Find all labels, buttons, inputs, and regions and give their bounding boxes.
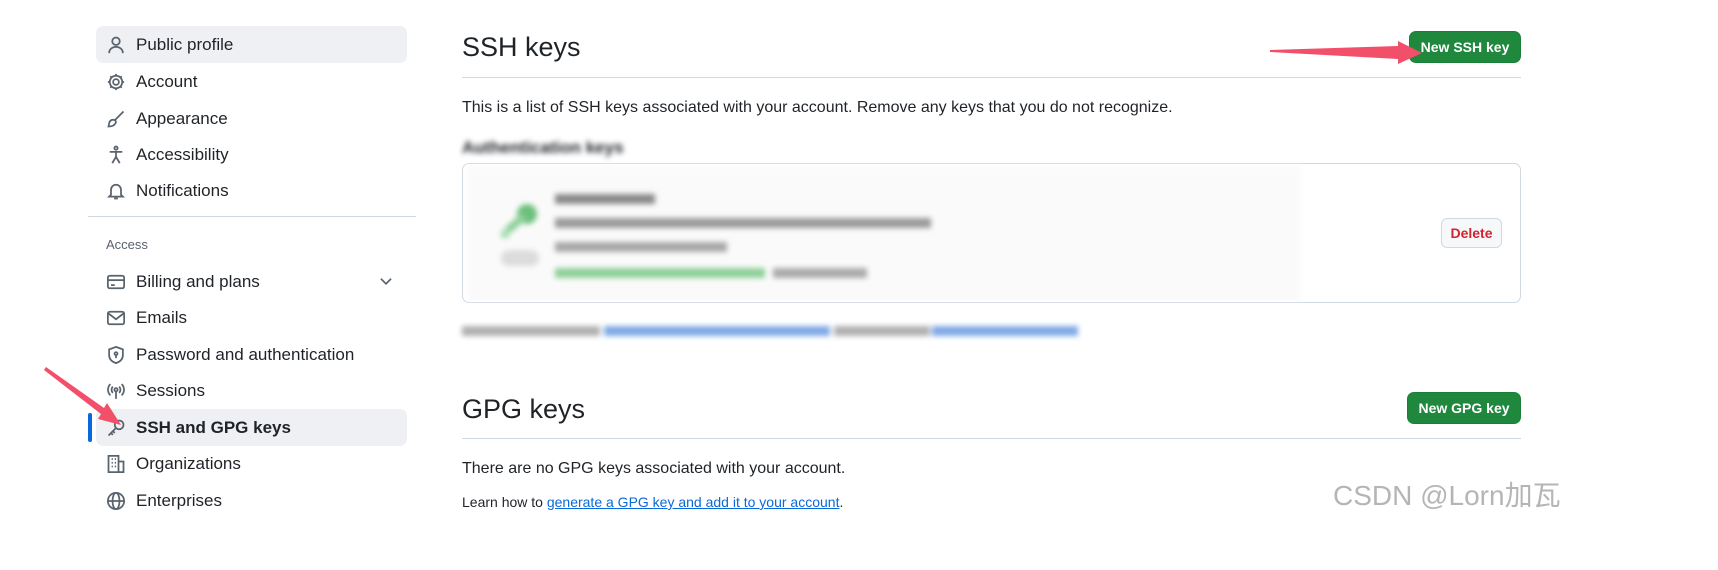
sidebar-item-label: SSH and GPG keys — [136, 417, 291, 437]
watermark: CSDN @Lorn加瓦 — [1333, 480, 1561, 511]
authentication-keys-heading: Authentication keys — [462, 138, 624, 157]
sidebar-item-enterprises[interactable]: Enterprises — [96, 482, 407, 519]
accessibility-icon — [105, 144, 127, 166]
organization-icon — [105, 453, 127, 475]
sidebar-item-label: Appearance — [136, 108, 228, 128]
sidebar-item-label: Organizations — [136, 453, 241, 473]
sidebar-item-appearance[interactable]: Appearance — [96, 100, 407, 137]
sidebar-item-label: Public profile — [136, 34, 234, 54]
gpg-learn-suffix: . — [839, 494, 844, 510]
sidebar-item-organizations[interactable]: Organizations — [96, 445, 407, 482]
gpg-empty-text: There are no GPG keys associated with yo… — [462, 460, 846, 477]
redacted-line — [555, 194, 655, 204]
gpg-learn-line: Learn how to generate a GPG key and add … — [462, 494, 843, 510]
globe-icon — [105, 490, 127, 512]
chevron-down-icon[interactable] — [377, 272, 395, 290]
gear-icon — [105, 71, 127, 93]
sidebar-item-account[interactable]: Account — [96, 63, 407, 100]
sidebar-item-password[interactable]: Password and authentication — [96, 336, 407, 373]
bell-icon — [105, 180, 127, 202]
redacted-line — [555, 218, 931, 228]
ssh-section-divider — [462, 77, 1521, 78]
paintbrush-icon — [105, 108, 127, 130]
sidebar-item-emails[interactable]: Emails — [96, 299, 407, 336]
gpg-learn-prefix: Learn how to — [462, 494, 547, 510]
delete-key-button[interactable]: Delete — [1441, 218, 1502, 248]
sidebar-item-public-profile[interactable]: Public profile — [96, 26, 407, 63]
shield-lock-icon — [105, 344, 127, 366]
sidebar-item-label: Accessibility — [136, 144, 229, 164]
arrow-to-new-ssh-key — [1270, 41, 1422, 64]
person-icon — [105, 34, 127, 56]
sidebar-item-sessions[interactable]: Sessions — [96, 372, 407, 409]
new-gpg-key-button[interactable]: New GPG key — [1407, 392, 1521, 424]
sidebar-item-ssh-gpg-keys[interactable]: SSH and GPG keys — [88, 409, 407, 446]
redacted-line — [555, 268, 765, 278]
redacted-line — [773, 268, 867, 278]
gpg-keys-title: GPG keys — [462, 394, 586, 424]
new-ssh-key-button[interactable]: New SSH key — [1409, 31, 1521, 63]
mail-icon — [105, 307, 127, 329]
gpg-section-divider — [462, 438, 1521, 439]
ssh-description: This is a list of SSH keys associated wi… — [462, 99, 1173, 116]
sidebar-divider — [88, 216, 416, 217]
sidebar-item-label: Notifications — [136, 180, 229, 200]
ssh-help-redacted — [462, 326, 1084, 338]
sidebar-item-label: Emails — [136, 307, 188, 327]
key-badge — [501, 250, 539, 266]
key-icon — [105, 417, 127, 439]
gpg-learn-link[interactable]: generate a GPG key and add it to your ac… — [547, 494, 840, 510]
ssh-keys-title: SSH keys — [462, 32, 581, 62]
active-indicator — [88, 413, 92, 442]
key-icon — [501, 204, 537, 238]
sidebar-section-label: Access — [106, 237, 148, 252]
sidebar-item-label: Enterprises — [136, 490, 222, 510]
sidebar-item-billing[interactable]: Billing and plans — [96, 263, 407, 300]
sidebar-item-label: Sessions — [136, 380, 205, 400]
credit-card-icon — [105, 271, 127, 293]
sidebar-item-label: Billing and plans — [136, 271, 260, 291]
sidebar-item-notifications[interactable]: Notifications — [96, 172, 407, 209]
sidebar-item-label: Password and authentication — [136, 344, 355, 364]
sidebar-item-accessibility[interactable]: Accessibility — [96, 136, 407, 173]
sidebar-item-label: Account — [136, 71, 198, 91]
broadcast-icon — [105, 380, 127, 402]
redacted-line — [555, 242, 727, 252]
ssh-key-list — [462, 163, 1521, 303]
ssh-key-entry-redacted — [467, 166, 1301, 300]
